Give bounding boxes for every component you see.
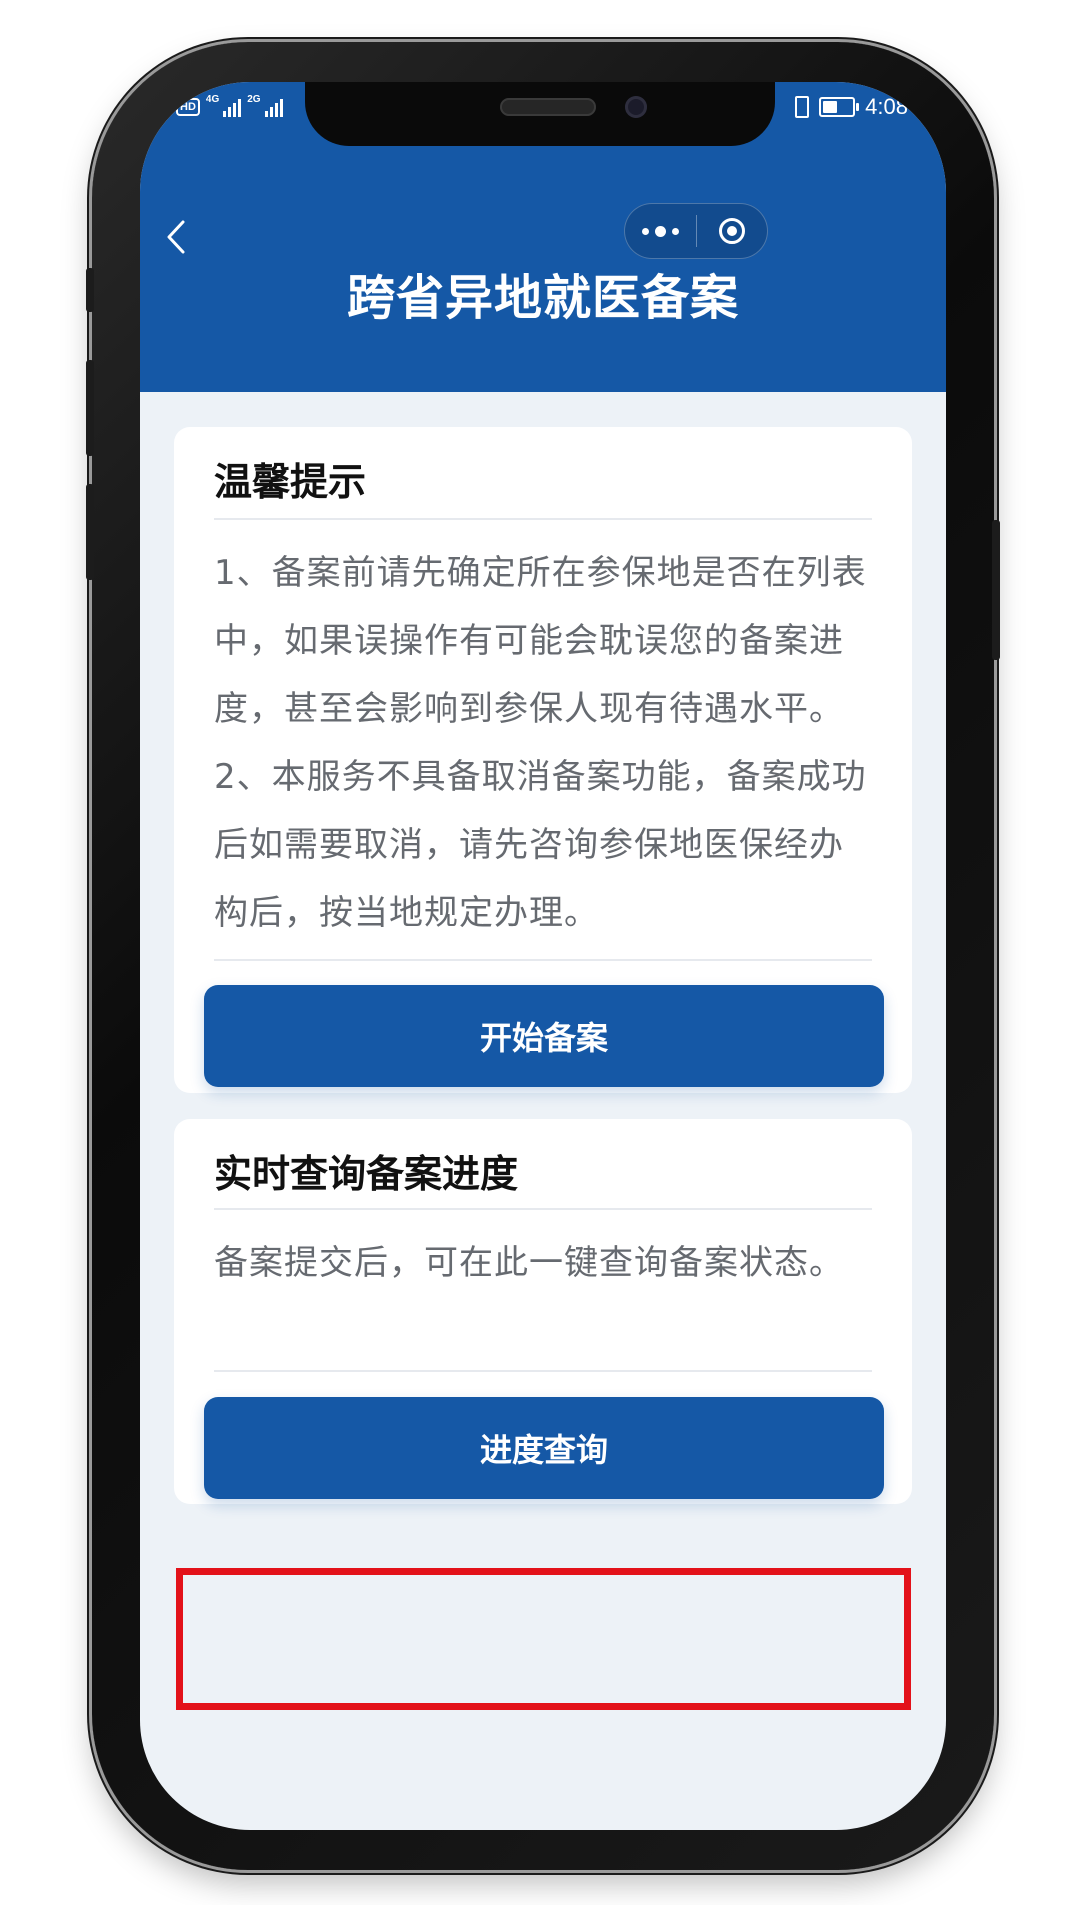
signal-icon-2 — [264, 97, 283, 117]
phone-volume-down-button — [86, 484, 94, 580]
start-filing-button[interactable]: 开始备案 — [204, 985, 884, 1087]
status-time: 4:08 — [865, 94, 908, 119]
highlight-box — [176, 1568, 911, 1710]
notice-text: 1、备案前请先确定所在参保地是否在列表中，如果误操作有可能会耽误您的备案进度，甚… — [214, 539, 874, 947]
more-dots-icon — [641, 225, 679, 237]
vibrate-icon — [795, 96, 810, 118]
mini-program-capsule — [624, 203, 768, 259]
notice-divider-bottom — [214, 959, 872, 961]
close-button[interactable] — [697, 204, 768, 258]
status-bar-right: 4:08 — [795, 82, 908, 132]
phone-side-button — [86, 268, 94, 312]
signal-icon — [223, 97, 242, 117]
speaker-grille — [500, 98, 596, 116]
front-camera — [625, 96, 647, 118]
chevron-left-icon — [167, 220, 185, 254]
network-label-1: 4G — [205, 94, 220, 105]
target-circle-icon — [718, 218, 745, 244]
status-bar-left: HD 4G 2G — [176, 82, 283, 132]
screenshot-stage: HD 4G 2G 4:08 跨省异地就医备案 温馨提示 1、备案前请先确定所在参… — [0, 0, 1080, 1905]
header-bar: HD 4G 2G 4:08 跨省异地就医备案 — [140, 82, 946, 392]
progress-divider-top — [214, 1208, 872, 1210]
notice-paragraph-2: 2、本服务不具备取消备案功能，备案成功后如需要取消，请先咨询参保地医保经办构后，… — [214, 757, 867, 933]
phone-power-button — [992, 520, 1000, 660]
battery-level — [823, 101, 838, 113]
camera-notch — [305, 82, 775, 146]
back-button[interactable] — [158, 212, 194, 262]
notice-paragraph-1: 1、备案前请先确定所在参保地是否在列表中，如果误操作有可能会耽误您的备案进度，甚… — [214, 553, 867, 729]
network-label-2: 2G — [247, 94, 261, 105]
progress-text: 备案提交后，可在此一键查询备案状态。 — [214, 1243, 844, 1283]
progress-card: 实时查询备案进度 备案提交后，可在此一键查询备案状态。 进度查询 — [174, 1119, 912, 1504]
more-button[interactable] — [625, 204, 696, 258]
notice-divider-top — [214, 518, 872, 520]
phone-volume-up-button — [86, 360, 94, 456]
progress-divider-bottom — [214, 1370, 872, 1372]
page-title: 跨省异地就医备案 — [346, 270, 739, 326]
progress-title: 实时查询备案进度 — [214, 1152, 519, 1196]
hd-badge: HD — [176, 98, 200, 116]
notice-title: 温馨提示 — [214, 460, 367, 504]
battery-icon — [819, 97, 860, 117]
check-progress-button[interactable]: 进度查询 — [204, 1397, 884, 1499]
notice-card: 温馨提示 1、备案前请先确定所在参保地是否在列表中，如果误操作有可能会耽误您的备… — [174, 427, 912, 1093]
